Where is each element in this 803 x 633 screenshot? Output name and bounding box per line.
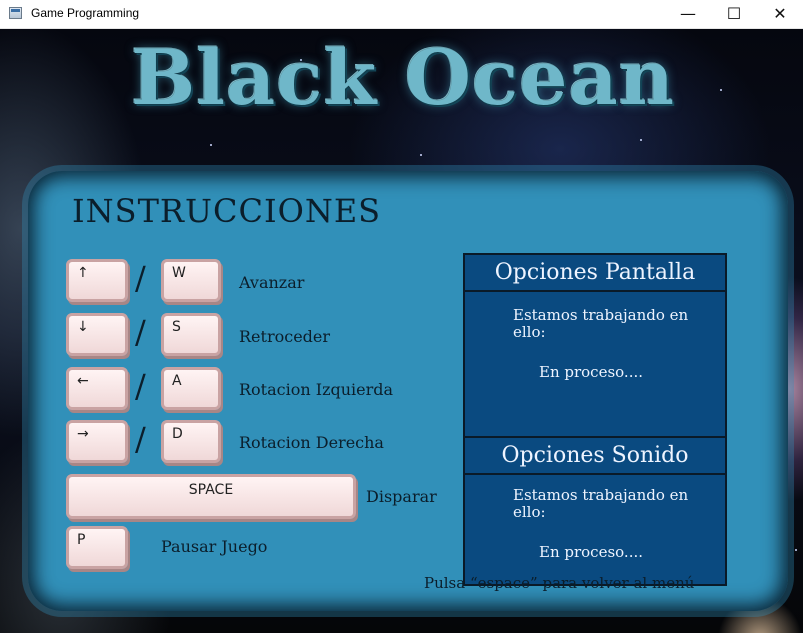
star bbox=[420, 154, 422, 156]
p-key: P bbox=[66, 526, 128, 569]
a-key: A bbox=[161, 367, 221, 410]
maximize-button[interactable]: ☐ bbox=[711, 0, 757, 28]
key-separator: / bbox=[135, 259, 146, 297]
screen-options-status: En proceso.... bbox=[539, 363, 643, 381]
options-box: Opciones Pantalla Estamos trabajando en … bbox=[463, 253, 727, 586]
window-titlebar: Game Programming — ☐ ✕ bbox=[0, 0, 803, 29]
action-label: Rotacion Izquierda bbox=[239, 380, 394, 399]
key-separator: / bbox=[135, 420, 146, 458]
star bbox=[795, 549, 797, 551]
back-to-menu-hint: Pulsa “espace” para volver al menú bbox=[424, 574, 695, 592]
screen-options-text: Estamos trabajando en ello: bbox=[513, 306, 689, 341]
star bbox=[210, 144, 212, 146]
space-key: SPACE bbox=[66, 474, 356, 519]
game-viewport[interactable]: Black Ocean INSTRUCCIONES ↑ / W Avanzar … bbox=[0, 29, 803, 633]
right-arrow-key: → bbox=[66, 420, 128, 463]
left-arrow-key: ← bbox=[66, 367, 128, 410]
w-key: W bbox=[161, 259, 221, 302]
s-key: S bbox=[161, 313, 221, 356]
sound-options-text: Estamos trabajando en ello: bbox=[513, 486, 689, 521]
key-separator: / bbox=[135, 367, 146, 405]
sound-options-title: Opciones Sonido bbox=[465, 436, 725, 475]
action-label: Avanzar bbox=[239, 273, 305, 292]
star bbox=[640, 139, 642, 141]
action-label: Retroceder bbox=[239, 327, 331, 346]
action-label: Rotacion Derecha bbox=[239, 433, 384, 452]
close-button[interactable]: ✕ bbox=[757, 0, 803, 28]
up-arrow-key: ↑ bbox=[66, 259, 128, 302]
screen-options-title: Opciones Pantalla bbox=[465, 255, 725, 292]
app-window-icon bbox=[9, 7, 22, 19]
window-title: Game Programming bbox=[31, 6, 140, 20]
instructions-heading: INSTRUCCIONES bbox=[72, 192, 382, 230]
d-key: D bbox=[161, 420, 221, 463]
sound-options-status: En proceso.... bbox=[539, 543, 643, 561]
minimize-button[interactable]: — bbox=[665, 0, 711, 28]
down-arrow-key: ↓ bbox=[66, 313, 128, 356]
key-separator: / bbox=[135, 313, 146, 351]
action-label: Disparar bbox=[366, 487, 437, 506]
star bbox=[720, 89, 722, 91]
game-logo: Black Ocean bbox=[130, 33, 676, 122]
action-label: Pausar Juego bbox=[161, 537, 268, 556]
